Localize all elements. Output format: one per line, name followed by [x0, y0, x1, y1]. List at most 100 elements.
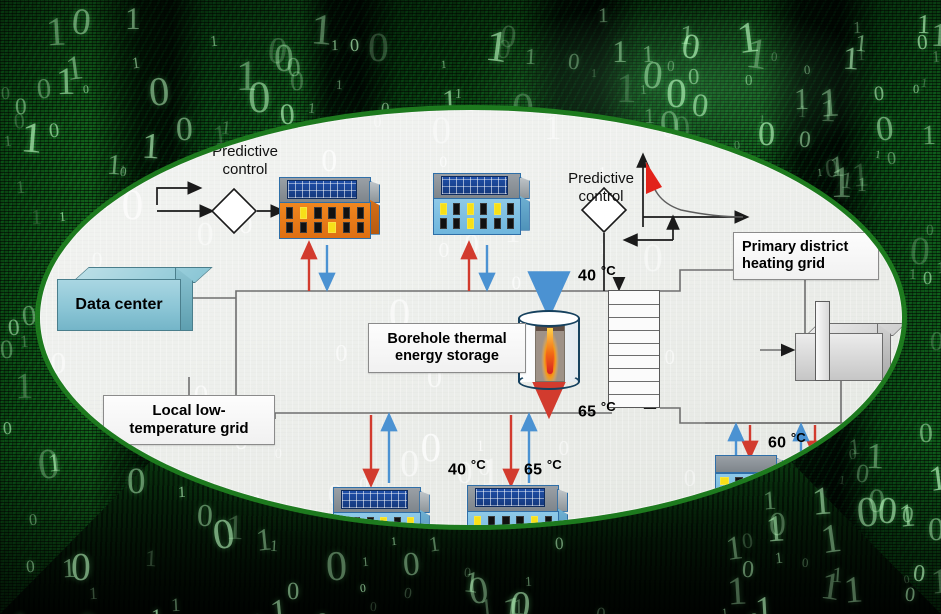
window	[828, 476, 838, 485]
data-center-node[interactable]: Data center	[57, 267, 213, 331]
temperature-label-district-building: 60 °C	[768, 430, 806, 452]
building-body	[279, 201, 371, 239]
roof	[795, 455, 857, 474]
window	[453, 203, 461, 216]
diagram-canvas: 0110100110010110100111001011010011010100…	[0, 0, 941, 614]
window-grid	[286, 207, 364, 234]
window	[356, 221, 364, 234]
data-center-label: Data center	[57, 279, 181, 331]
window	[474, 516, 482, 525]
building-body	[715, 472, 777, 499]
borehole-storage-cylinder[interactable]	[518, 310, 580, 390]
local-grid-label[interactable]: Local low- temperature grid	[103, 395, 275, 445]
window	[342, 221, 350, 234]
temperature-label-building-return-high: 65 °C	[524, 457, 562, 479]
roof	[433, 173, 521, 200]
borehole-storage-label[interactable]: Borehole thermal energy storage	[368, 323, 526, 373]
window	[366, 517, 374, 525]
solar-panel-icon	[340, 489, 408, 509]
window	[440, 203, 447, 216]
building-right-a[interactable]	[715, 455, 784, 499]
window	[353, 517, 361, 525]
window	[814, 476, 824, 485]
window	[488, 516, 496, 525]
window	[502, 516, 510, 525]
building-right-b[interactable]	[795, 455, 864, 499]
window	[407, 517, 414, 525]
predictive-control-label-left: Predictive control	[212, 143, 278, 178]
window	[466, 203, 474, 216]
solar-panel-icon	[440, 175, 508, 195]
window	[286, 207, 294, 220]
window	[720, 486, 729, 495]
window	[843, 476, 852, 485]
borehole-label-text: Borehole thermal energy storage	[387, 330, 507, 364]
window-grid	[800, 476, 852, 495]
window	[314, 221, 322, 234]
roof	[279, 177, 371, 204]
heat-exchanger-plate	[609, 303, 659, 305]
temperature-label-building-supply-low: 40 °C	[448, 457, 486, 479]
temperature-label-supply-hx-in: 40 °C	[578, 263, 616, 285]
solar-panel-icon	[287, 179, 358, 199]
building-body	[433, 197, 521, 235]
window	[763, 486, 772, 495]
window-grid	[440, 203, 514, 230]
window	[328, 207, 336, 220]
cylinder-top-rim	[518, 310, 580, 327]
window	[440, 217, 447, 230]
temperature-label-return-hx-out: 65 °C	[578, 399, 616, 421]
heat-exchanger-plate	[609, 368, 659, 370]
plant-chimney-icon	[815, 301, 830, 381]
window	[314, 207, 322, 220]
plant-front-face	[795, 333, 883, 381]
roof	[333, 487, 421, 514]
window-grid	[720, 476, 772, 495]
building-bottom-left[interactable]	[333, 487, 430, 525]
inset-decay-curve	[645, 161, 744, 218]
solar-panel-icon	[475, 487, 546, 508]
heat-exchanger-plate	[609, 316, 659, 318]
heat-exchanger[interactable]	[608, 290, 660, 408]
predictive-control-label-right: Predictive control	[568, 170, 634, 205]
building-body	[795, 472, 857, 499]
window	[356, 207, 364, 220]
window	[493, 203, 501, 216]
window	[393, 517, 401, 525]
diagram-content: Data center Borehole thermal energy stor…	[40, 110, 902, 525]
building-bottom-center[interactable]	[467, 485, 569, 525]
window	[720, 476, 729, 485]
window	[328, 221, 336, 234]
heat-exchanger-plate	[609, 342, 659, 344]
window	[480, 217, 488, 230]
window	[300, 221, 308, 234]
roof	[715, 455, 777, 474]
window	[507, 217, 514, 230]
window	[300, 207, 308, 220]
primary-grid-label[interactable]: Primary district heating grid	[733, 232, 879, 280]
local-grid-label-text: Local low- temperature grid	[129, 402, 249, 437]
window	[748, 476, 758, 485]
primary-grid-label-text: Primary district heating grid	[742, 238, 849, 272]
window	[800, 486, 809, 495]
building-body	[467, 510, 559, 525]
window	[507, 203, 514, 216]
system-boundary-ellipse: 0000000111010000000000011101000000000001…	[35, 105, 907, 530]
district-heating-plant[interactable]	[795, 301, 902, 381]
window	[516, 516, 524, 525]
window	[544, 516, 552, 525]
roof	[467, 485, 559, 512]
window	[453, 217, 461, 230]
window	[286, 221, 294, 234]
window	[828, 486, 838, 495]
heat-exchanger-plate	[609, 394, 659, 396]
building-top-left[interactable]	[279, 177, 381, 239]
building-top-center[interactable]	[433, 173, 530, 235]
building-body	[333, 511, 421, 525]
window	[734, 486, 744, 495]
window	[734, 476, 744, 485]
window	[814, 486, 824, 495]
window	[843, 486, 852, 495]
window	[800, 476, 809, 485]
heat-exchanger-plate	[609, 355, 659, 357]
